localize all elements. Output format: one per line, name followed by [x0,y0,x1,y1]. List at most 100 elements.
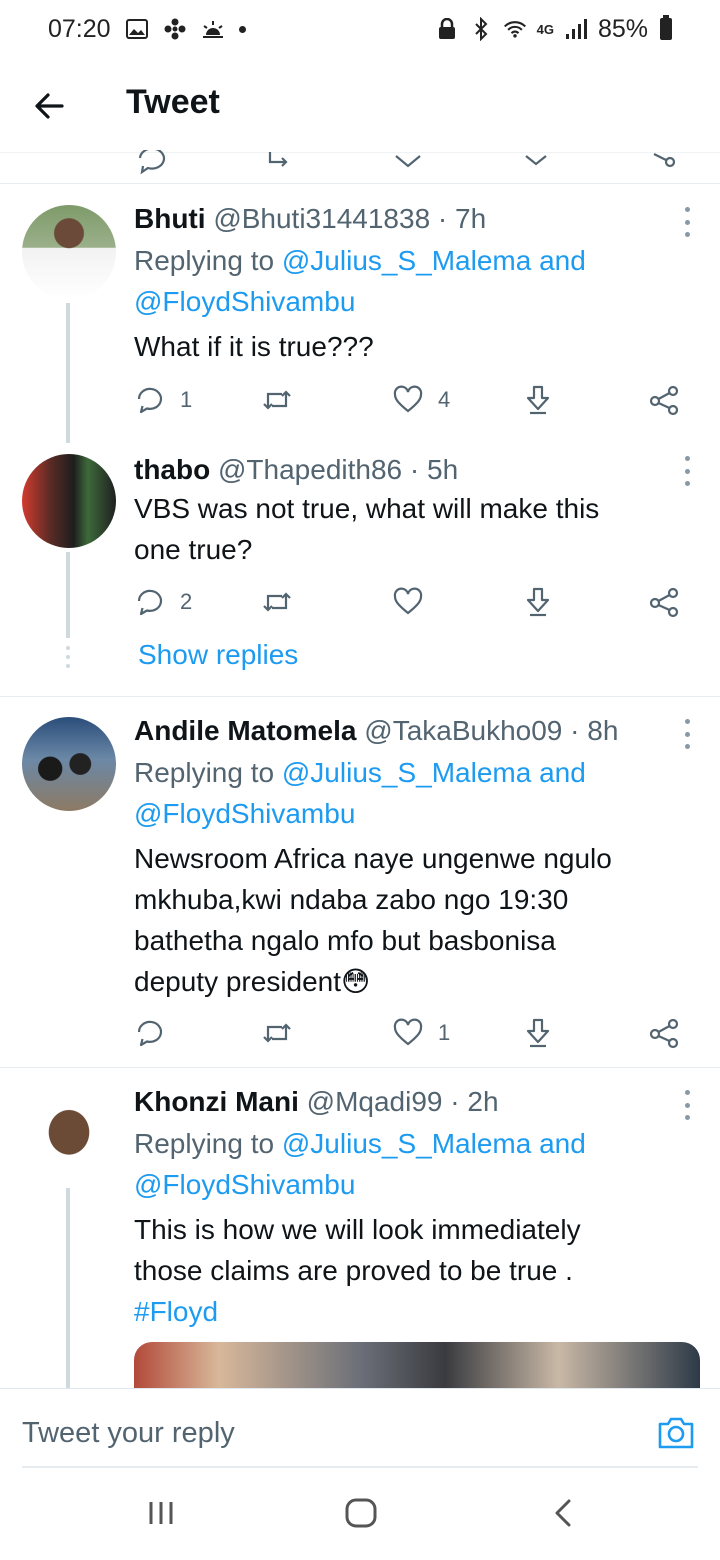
download-icon [526,385,550,415]
bookmark-download-button[interactable] [522,380,554,420]
retweet-button[interactable] [260,380,308,420]
tweet-text: This is how we will look immediately tho… [134,1214,581,1327]
tweet-header: Andile Matomela @TakaBukho09 · 8h [134,715,619,746]
tweet-actions: 1 4 [134,380,694,420]
gallery-icon [125,17,149,41]
reply-count: 2 [180,589,193,614]
tweet-reply[interactable]: thabo @Thapedith86 · 5h VBS was not true… [0,440,720,696]
more-options-icon[interactable] [682,207,692,237]
fan-icon [163,17,187,41]
page-title: Tweet [126,83,220,121]
author-name[interactable]: Khonzi Mani [134,1086,299,1117]
author-handle[interactable]: @Mqadi99 [307,1086,443,1117]
tweet-text: Newsroom Africa naye ungenwe ngulo mkhub… [134,843,612,997]
mention-link[interactable]: @Julius_S_Malema [282,1128,531,1159]
download-icon [526,1018,550,1048]
battery-icon [660,15,672,40]
home-icon[interactable] [344,1498,378,1533]
share-button[interactable] [648,380,680,420]
hashtag-link[interactable]: #Floyd [134,1296,218,1327]
mention-link[interactable]: @Julius_S_Malema [282,245,531,276]
reply-button[interactable] [134,1013,180,1053]
system-nav-bar [0,1468,720,1560]
flushed-face-emoji: 😳 [341,966,371,997]
replying-to: Replying to @Julius_S_Malema and @FloydS… [134,757,586,829]
author-handle[interactable]: @TakaBukho09 [364,715,562,746]
reply-button[interactable]: 2 [134,582,192,622]
bookmark-download-button[interactable] [522,582,554,622]
back-arrow-icon[interactable] [30,86,70,126]
camera-icon[interactable] [656,1415,696,1456]
like-button[interactable]: 4 [392,380,450,420]
mention-link[interactable]: @FloydShivambu [134,286,355,317]
like-button[interactable] [392,582,438,622]
tweet-time: 5h [427,454,459,485]
mention-link[interactable]: @FloydShivambu [134,1169,355,1200]
reply-icon [137,387,163,414]
author-name[interactable]: thabo [134,454,210,485]
lock-icon [435,17,459,41]
share-icon [649,1018,679,1049]
retweet-button[interactable] [260,1013,308,1053]
share-icon[interactable] [646,150,682,178]
tweet-actions: 2 [134,582,694,622]
show-replies-link[interactable]: Show replies [138,639,298,671]
notification-dot-icon [238,25,246,33]
tweet-text: VBS was not true, what will make this on… [134,493,600,565]
back-nav-icon[interactable] [548,1498,578,1533]
replying-to: Replying to @Julius_S_Malema and @FloydS… [134,1128,586,1200]
author-handle[interactable]: @Thapedith86 [218,454,402,485]
tweet-text: What if it is true??? [134,331,374,362]
mention-link-and[interactable]: and [531,1128,586,1159]
more-options-icon[interactable] [682,1090,692,1120]
tweet-reply[interactable]: Bhuti @Bhuti31441838 · 7h Replying to @J… [0,185,720,443]
tweet-header: Khonzi Mani @Mqadi99 · 2h [134,1086,499,1117]
more-options-icon[interactable] [682,719,692,749]
author-handle[interactable]: @Bhuti31441838 [213,203,430,234]
signal-icon [564,17,588,41]
like-count: 1 [438,1020,451,1045]
weather-icon [201,17,225,41]
reply-button[interactable]: 1 [134,380,192,420]
mention-link[interactable]: @Julius_S_Malema [282,757,531,788]
bluetooth-icon [469,17,493,41]
author-name[interactable]: Bhuti [134,203,206,234]
like-button[interactable]: 1 [392,1013,450,1053]
reply-icon[interactable] [134,150,170,178]
tweet-reply[interactable]: Andile Matomela @TakaBukho09 · 8h Replyi… [0,697,720,1067]
mention-link[interactable]: @FloydShivambu [134,798,355,829]
like-icon[interactable] [390,150,426,178]
download-icon[interactable] [518,150,554,178]
share-icon [649,587,679,618]
avatar[interactable] [22,1090,116,1184]
tweet-time: 7h [455,203,487,234]
share-button[interactable] [648,582,680,622]
reply-input[interactable]: Tweet your reply [22,1417,235,1450]
heart-icon [393,587,423,615]
share-icon [649,385,679,416]
author-name[interactable]: Andile Matomela [134,715,356,746]
reply-icon [137,1020,163,1047]
tweet-reply[interactable]: Khonzi Mani @Mqadi99 · 2h Replying to @J… [0,1068,720,1388]
tweet-header: Bhuti @Bhuti31441838 · 7h [134,203,487,234]
status-bar: 07:20 4G 85% [0,0,720,58]
share-button[interactable] [648,1013,680,1053]
avatar[interactable] [22,717,116,811]
tweet-actions: 1 [134,1013,694,1053]
tweet-header: thabo @Thapedith86 · 5h [134,454,459,485]
avatar[interactable] [22,454,116,548]
heart-icon [393,385,423,413]
more-options-icon[interactable] [682,456,692,486]
retweet-icon[interactable] [262,150,298,178]
mention-link-and[interactable]: and [531,757,586,788]
retweet-button[interactable] [260,582,308,622]
tweet-time: 2h [467,1086,499,1117]
recent-apps-icon[interactable] [146,1498,176,1533]
reply-composer: Tweet your reply [0,1388,720,1468]
retweet-icon [263,1023,291,1043]
thread-line [66,552,70,638]
mention-link-and[interactable]: and [531,245,586,276]
bookmark-download-button[interactable] [522,1013,554,1053]
avatar[interactable] [22,205,116,299]
thread-line [66,1188,70,1388]
